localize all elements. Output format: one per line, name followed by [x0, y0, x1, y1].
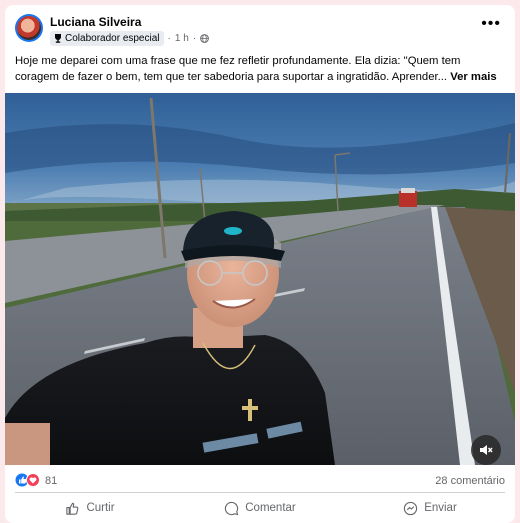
separator: ·	[167, 33, 171, 44]
like-label: Curtir	[86, 502, 115, 514]
comments-count[interactable]: 28 comentário	[435, 475, 505, 487]
divider	[15, 492, 505, 493]
like-icon	[66, 502, 79, 515]
comment-label: Comentar	[245, 502, 296, 514]
more-options-icon[interactable]: •••	[481, 16, 501, 32]
post-time[interactable]: 1 h	[175, 33, 189, 44]
avatar[interactable]	[15, 14, 43, 42]
share-icon	[404, 501, 418, 515]
love-reaction-icon	[26, 473, 40, 487]
contributor-badge[interactable]: Colaborador especial	[50, 31, 164, 46]
separator: ·	[192, 33, 197, 44]
post-meta: Colaborador especial · 1 h ·	[50, 31, 209, 46]
post-card: Luciana Silveira Colaborador especial · …	[5, 5, 515, 523]
share-button[interactable]: Enviar	[345, 495, 515, 521]
author-name[interactable]: Luciana Silveira	[50, 15, 141, 29]
badge-label: Colaborador especial	[65, 33, 160, 44]
post-header: Luciana Silveira Colaborador especial · …	[5, 5, 515, 50]
like-button[interactable]: Curtir	[5, 495, 175, 521]
see-more-link[interactable]: Ver mais	[450, 71, 496, 83]
comment-icon	[225, 501, 239, 515]
mute-icon[interactable]	[471, 435, 501, 465]
post-video[interactable]	[5, 93, 515, 465]
post-stats: 81 28 comentário	[5, 467, 515, 491]
globe-icon	[200, 34, 209, 43]
post-body: Hoje me deparei com uma frase que me fez…	[15, 55, 461, 83]
share-label: Enviar	[424, 502, 457, 514]
comment-button[interactable]: Comentar	[175, 495, 345, 521]
post-actions: Curtir Comentar Enviar	[5, 495, 515, 521]
video-frame	[5, 93, 515, 465]
reactions-summary[interactable]	[15, 473, 41, 487]
trophy-icon	[55, 34, 61, 43]
post-text: Hoje me deparei com uma frase que me fez…	[15, 53, 505, 85]
reactions-count[interactable]: 81	[45, 475, 57, 487]
